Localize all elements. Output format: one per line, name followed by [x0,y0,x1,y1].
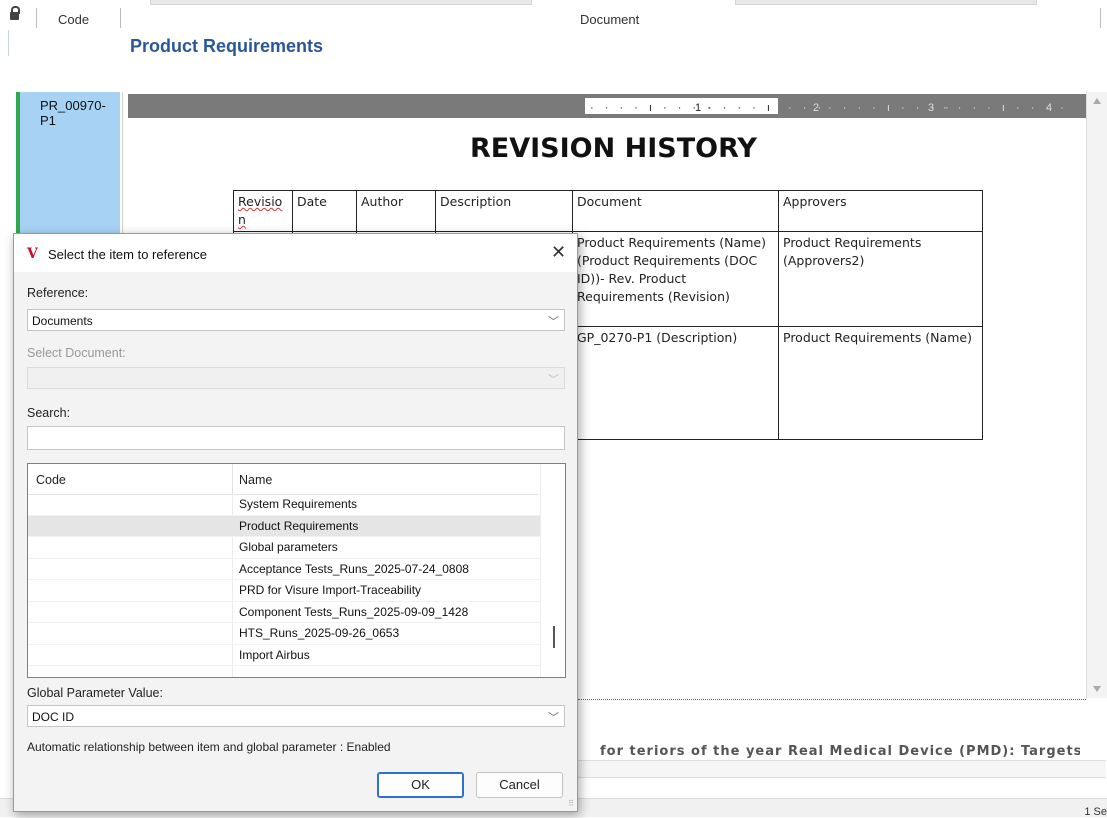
table-cell: Product Requirements (Name) [778,326,983,440]
list-item-name: Import Airbus [239,647,310,662]
visure-logo-icon: V [27,246,38,262]
list-item[interactable]: Global parameters [28,537,540,559]
dialog-titlebar[interactable]: V Select the item to reference ✕ [14,234,577,272]
chevron-down-icon: ﹀ [548,374,559,386]
global-parameter-dropdown[interactable]: DOC ID ﹀ [27,705,565,727]
ruler-mark-2: 2 [813,102,824,114]
global-parameter-value: DOC ID [32,710,74,724]
list-item-name: Component Tests_Runs_2025-09-09_1428 [239,604,469,619]
reference-dropdown[interactable]: Documents ﹀ [27,309,565,331]
list-rows: System Requirements Product Requirements G… [28,494,540,666]
list-vertical-scrollbar[interactable] [540,464,565,677]
search-label: Search: [27,406,71,420]
header-date: Date [297,194,327,209]
auto-relationship-status: Automatic relationship between item and … [27,740,391,754]
table-cell: Description [435,190,573,232]
select-document-label: Select Document: [27,346,126,360]
search-input[interactable] [27,426,565,450]
list-item[interactable]: Component Tests_Runs_2025-09-09_1428 [28,602,540,623]
column-divider [232,464,233,494]
group-title: Product Requirements [130,36,324,56]
list-item-name: HTS_Runs_2025-09-26_0653 [239,626,400,640]
table-cell: GP_0270-P1 (Description) [572,326,779,440]
row1-document: Product Requirements (Name) (Product Req… [577,235,766,304]
row1-approvers: Product Requirements (Approvers2) [783,235,922,268]
table-cell: Approvers [778,190,983,232]
list-item-name: System Requirements [239,497,358,511]
list-item-name: PRD for Visure Import-Traceability [239,583,422,597]
revision-history-heading: REVISION HISTORY [470,133,757,164]
resize-grip-icon[interactable]: ⠿ [568,799,574,808]
group-indent-line [8,30,9,56]
header-document: Document [577,194,642,209]
select-reference-dialog: V Select the item to reference ✕ Referen… [13,233,578,812]
table-cell: Revisio n [233,190,293,232]
select-document-dropdown[interactable]: ﹀ [27,367,565,389]
editor-vertical-scrollbar[interactable] [1086,92,1107,698]
list-item[interactable]: HTS_Runs_2025-09-26_0653 [28,623,540,645]
header-revision: Revisio n [238,194,283,227]
list-item[interactable]: Import Airbus [28,645,540,666]
document-list[interactable]: Code Name System Requirements Product Req… [27,463,566,678]
ruler-mark-4: 4 [1046,102,1057,114]
table-cell: Product Requirements (Name) (Product Req… [572,231,779,327]
header-author: Author [361,194,404,209]
top-scroll-strip [150,0,532,5]
reference-label: Reference: [27,286,89,300]
column-divider [1100,8,1101,28]
document-ruler[interactable]: · · · · ı · · · · 1 · · · · ı · · · 2 · … [128,94,1086,118]
cancel-button[interactable]: Cancel [476,772,563,798]
chevron-down-icon: ﹀ [548,316,559,328]
reference-value: Documents [32,314,93,328]
page-break-line [578,699,1086,700]
table-cell: Product Requirements (Approvers2) [778,231,983,327]
table-cell: Author [356,190,436,232]
list-item[interactable]: Product Requirements [28,515,540,537]
ruler-mark-1: 1 [695,102,706,114]
scroll-down-arrow-icon[interactable] [1093,686,1101,692]
lock-icon[interactable] [10,6,20,20]
top-scroll-strip-2 [735,0,1037,5]
list-item-name: Global parameters [239,540,338,554]
grid-header: Code Document [0,0,1107,36]
close-icon[interactable]: ✕ [551,242,566,263]
horizontal-scrollbar[interactable] [578,760,1106,778]
header-description: Description [440,194,512,209]
list-item[interactable]: PRD for Visure Import-Traceability [28,580,540,602]
list-item[interactable]: Acceptance Tests_Runs_2025-07-24_0808 [28,559,540,580]
table-cell: Date [292,190,357,232]
scroll-up-arrow-icon[interactable] [1093,98,1101,104]
list-header-code[interactable]: Code [36,473,66,487]
row2-approvers: Product Requirements (Name) [783,330,972,345]
header-approvers: Approvers [783,194,847,209]
column-divider [120,8,121,28]
row-code: PR_00970-P1 [40,98,106,128]
chevron-down-icon: ﹀ [548,712,559,724]
scrollbar-thumb[interactable] [553,626,555,648]
document-column-header[interactable]: Document [580,12,639,27]
list-item-name: Product Requirements [239,518,359,533]
status-bar-text: 1 Se [1084,806,1107,818]
table-header-row: Revisio n Date Author Description Docume… [233,190,983,232]
table-cell: Document [572,190,779,232]
row2-document: GP_0270-P1 (Description) [577,330,738,345]
global-parameter-label: Global Parameter Value: [27,686,163,700]
code-column-header[interactable]: Code [58,12,89,27]
list-item-name: Acceptance Tests_Runs_2025-07-24_0808 [239,561,469,576]
dialog-title: Select the item to reference [48,247,207,262]
list-header-name[interactable]: Name [239,473,272,487]
ruler-mark-3: 3 [928,102,939,114]
background-text-fragment: for teriors of the year Real Medical Dev… [600,744,1080,759]
column-divider [36,8,37,28]
list-header: Code Name [28,464,538,495]
ruler-ticks: · · · · ı [708,102,774,114]
list-item[interactable]: System Requirements [28,494,540,516]
ok-button[interactable]: OK [377,772,464,798]
